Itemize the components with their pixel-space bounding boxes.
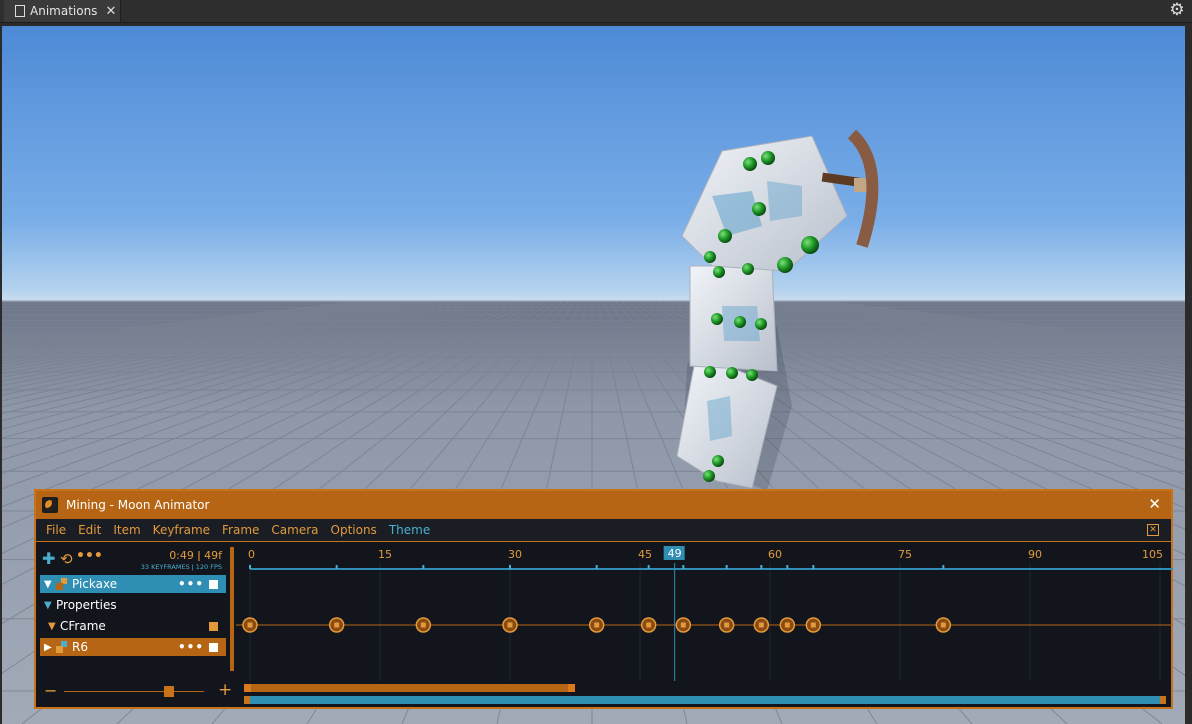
keyframe-marker-core [758,622,764,628]
menu-theme[interactable]: Theme [389,523,430,537]
tool-row: ✚ ⟲ ••• 0:49 ǀ 49f 33 KEYFRAMES ǀ 120 FP… [40,547,228,573]
zoom-slider-track[interactable] [64,691,204,692]
ruler-label: 45 [638,548,652,561]
menu-edit[interactable]: Edit [78,523,101,537]
expand-icon[interactable]: ▼ [48,621,60,632]
window-close-icon[interactable]: ✕ [1148,495,1161,513]
animations-tab[interactable]: Animations ✕ [4,0,121,22]
keyframe-marker-core [334,622,340,628]
item-keyframe-tick [422,565,425,569]
ruler-label: 90 [1028,548,1042,561]
item-options-icon[interactable]: ••• [178,577,204,591]
keyframe-marker-core [594,622,600,628]
playhead-label: 49 [668,547,682,560]
tree-group-properties[interactable]: ▼ Properties [40,596,226,614]
ruler-label: 30 [508,548,522,561]
keyframe-marker-core [940,622,946,628]
keyframe-info: 33 KEYFRAMES ǀ 120 FPS [140,563,222,571]
add-item-icon[interactable]: ✚ [42,551,55,567]
item-keyframe-tick [249,565,251,569]
keyframe-marker-core [507,622,513,628]
zoom-out-icon[interactable]: − [44,683,57,699]
time-display: 0:49 ǀ 49f [169,549,222,562]
model-icon [56,641,68,653]
tree-item-label: R6 [72,640,88,654]
menu-camera[interactable]: Camera [271,523,318,537]
menu-file[interactable]: File [46,523,66,537]
view-range-scrollbar[interactable] [244,684,575,692]
expand-icon[interactable]: ▼ [44,600,56,611]
window-title: Mining - Moon Animator [66,498,210,512]
document-icon [15,5,25,17]
zoom-control: − + [40,682,232,701]
item-keyframe-tick [335,565,338,569]
tree-item-label: Pickaxe [72,577,118,591]
moon-animator-window: Mining - Moon Animator ✕ File Edit Item … [34,489,1173,709]
keyframe-marker-core [420,622,426,628]
keyframe-marker-core [680,622,686,628]
zoom-in-icon[interactable]: + [218,682,232,699]
keyframe-marker-core [247,622,253,628]
timeline-scrollbar[interactable] [244,696,1166,704]
loop-icon[interactable]: ⟲ [60,552,73,567]
top-bar: Animations ✕ ⚙ [0,0,1192,23]
collapse-icon[interactable]: ▶ [44,642,56,653]
character-model [676,129,879,491]
property-keyframe-marker[interactable] [209,621,218,631]
item-keyframe-tick [725,565,728,569]
panel-divider[interactable] [230,547,234,671]
menu-frame[interactable]: Frame [222,523,259,537]
ruler-label: 105 [1142,548,1163,561]
item-keyframe-tick [682,565,685,569]
visibility-toggle[interactable] [209,642,218,652]
keyframe-marker-core [646,622,652,628]
close-icon[interactable]: ✕ [105,4,116,19]
keyframe-marker-core [724,622,730,628]
gear-icon[interactable]: ⚙ [1168,1,1186,19]
timeline[interactable]: 0 15 30 45 60 75 90 105 49 [236,545,1173,681]
menu-item[interactable]: Item [113,523,140,537]
zoom-slider-handle[interactable] [164,686,174,697]
menu-bar: File Edit Item Keyframe Frame Camera Opt… [36,519,1171,542]
item-keyframe-tick [812,565,815,569]
tree-item-pickaxe[interactable]: ▼ Pickaxe ••• [40,575,226,593]
menu-options[interactable]: Options [331,523,377,537]
visibility-toggle[interactable] [209,579,218,589]
tree-property-cframe[interactable]: ▼ CFrame [40,617,226,635]
item-keyframe-tick [509,565,511,569]
ruler-label: 15 [378,548,392,561]
tab-label: Animations [30,4,98,18]
more-icon[interactable]: ••• [76,549,103,563]
ruler-label: 0 [248,548,255,561]
moon-logo-icon [42,497,58,513]
tree-item-label: Properties [56,598,117,612]
item-keyframe-tick [786,565,789,569]
item-options-icon[interactable]: ••• [178,640,204,654]
ruler-label: 75 [898,548,912,561]
expand-icon[interactable]: ▼ [44,579,56,590]
item-keyframe-tick [942,565,945,569]
tree-item-label: CFrame [60,619,106,633]
model-icon [56,578,68,590]
keyframe-marker-core [784,622,790,628]
window-titlebar[interactable]: Mining - Moon Animator ✕ [36,491,1171,519]
item-keyframe-tick [760,565,763,569]
menu-close-icon[interactable]: ✕ [1147,524,1159,536]
item-keyframe-tick [647,565,650,569]
ruler-label: 60 [768,548,782,561]
tree-item-r6[interactable]: ▶ R6 ••• [40,638,226,656]
menu-keyframe[interactable]: Keyframe [153,523,210,537]
item-keyframe-tick [595,565,598,569]
keyframe-marker-core [810,622,816,628]
